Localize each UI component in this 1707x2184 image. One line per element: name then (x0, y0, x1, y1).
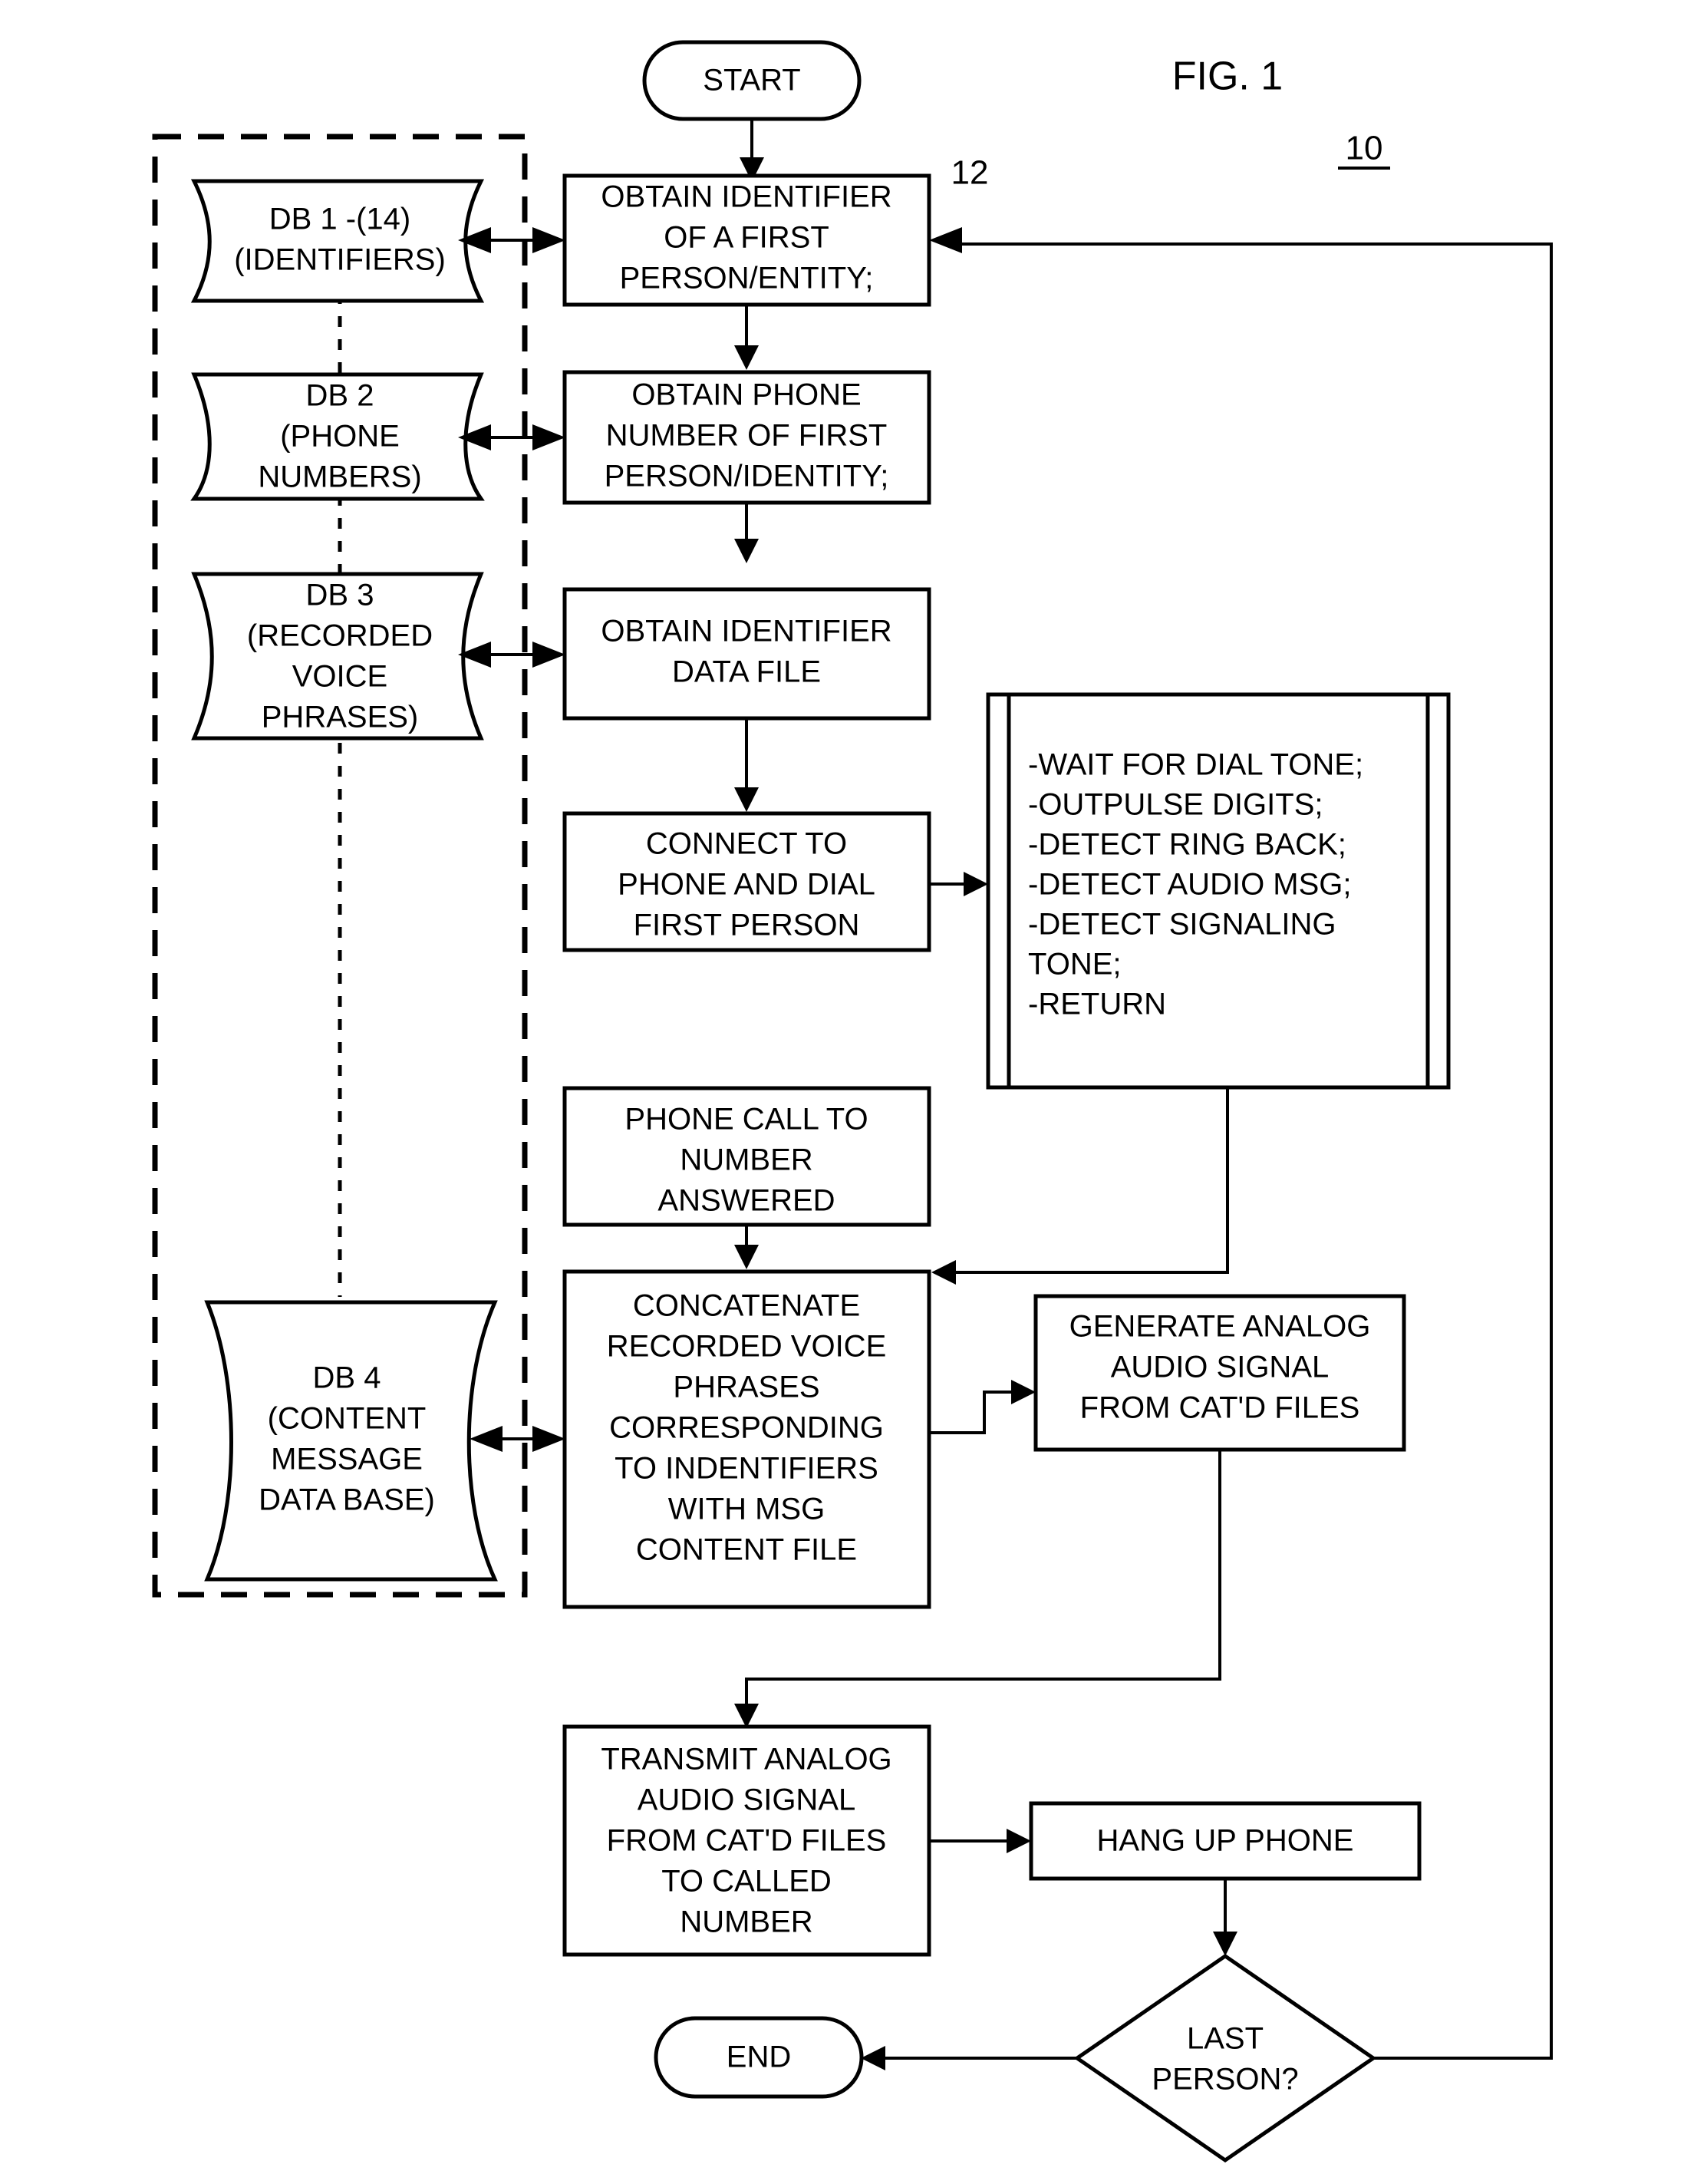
arrowhead-subroutine-to-phone-answered (931, 1260, 956, 1285)
step2-line-2: PERSON/IDENTITY; (605, 460, 889, 493)
db2-line-2: NUMBERS) (258, 460, 421, 494)
step4-line-0: CONNECT TO (646, 827, 847, 861)
step1-line-2: PERSON/ENTITY; (620, 262, 874, 295)
arrowhead-step2-to-step3 (734, 539, 759, 563)
flowchart-canvas: FIG. 1 10 12 START DB 1 -(14) (IDENTIFIE… (152, 40, 1553, 2163)
arrowhead-step6-to-generate-analog (1011, 1380, 1036, 1404)
arrowhead-db2-right (532, 424, 565, 450)
arrowhead-db4-right (532, 1426, 565, 1452)
arrowhead-hangup-to-decision (1213, 1932, 1237, 1956)
subroutine-line-4: -DETECT SIGNALING (1028, 908, 1336, 942)
end-terminal-label: END (727, 2040, 791, 2074)
step3-line-0: OBTAIN IDENTIFIER (601, 615, 891, 648)
db4-line-1: (CONTENT (268, 1402, 427, 1436)
step8-line-1: AUDIO SIGNAL (638, 1783, 856, 1817)
subroutine-line-5: TONE; (1028, 948, 1122, 981)
step1-line-1: OF A FIRST (664, 221, 829, 255)
step2-line-1: NUMBER OF FIRST (606, 419, 888, 453)
step6-line-3: CORRESPONDING (609, 1411, 884, 1445)
arrowhead-step1-to-step2 (734, 345, 759, 370)
database-db1 (190, 179, 485, 303)
db1-line-0: DB 1 -(14) (269, 203, 411, 236)
step4-line-1: PHONE AND DIAL (618, 868, 875, 902)
step6-line-1: RECORDED VOICE (607, 1330, 887, 1364)
arrowhead-db3-right (532, 642, 565, 668)
subroutine-line-2: -DETECT RING BACK; (1028, 828, 1346, 862)
figure-reference-number: 10 (1346, 130, 1383, 167)
arrowhead-db4-left (470, 1426, 503, 1452)
arrowhead-step3-to-step4 (734, 787, 759, 812)
start-terminal-label: START (703, 64, 800, 97)
db3-line-2: VOICE (292, 660, 387, 694)
step5-line-0: PHONE CALL TO (624, 1103, 868, 1137)
step7-line-1: AUDIO SIGNAL (1111, 1351, 1330, 1384)
db2-line-1: (PHONE (280, 420, 400, 454)
decision-line-1: PERSON? (1152, 2063, 1298, 2097)
step1-line-0: OBTAIN IDENTIFIER (601, 180, 891, 214)
step2-line-0: OBTAIN PHONE (631, 378, 861, 412)
step7-line-0: GENERATE ANALOG (1069, 1310, 1371, 1344)
subroutine-line-6: -RETURN (1028, 988, 1166, 1021)
step8-line-0: TRANSMIT ANALOG (601, 1743, 891, 1777)
subroutine-line-0: -WAIT FOR DIAL TONE; (1028, 748, 1363, 782)
db2-line-0: DB 2 (306, 379, 374, 413)
step5-line-1: NUMBER (680, 1143, 812, 1177)
feedback-loop-to-step1 (962, 242, 1553, 2060)
step4-line-2: FIRST PERSON (634, 909, 860, 942)
db4-line-0: DB 4 (313, 1361, 381, 1395)
step6-line-5: WITH MSG (668, 1493, 825, 1526)
db3-line-0: DB 3 (306, 579, 374, 612)
decision-line-0: LAST (1187, 2022, 1264, 2056)
step6-line-4: TO INDENTIFIERS (615, 1452, 878, 1486)
callout-12: 12 (951, 154, 989, 192)
arrowhead-generate-to-transmit (734, 1704, 759, 1728)
step6-line-2: PHRASES (673, 1371, 819, 1404)
patent-figure-page: FIG. 1 10 12 START DB 1 -(14) (IDENTIFIE… (0, 0, 1707, 2184)
db4-line-3: DATA BASE) (259, 1483, 435, 1517)
database-db4 (204, 1300, 498, 1582)
step8-line-4: NUMBER (680, 1905, 812, 1939)
step7-line-2: FROM CAT'D FILES (1080, 1391, 1360, 1425)
arrowhead-db1-right (532, 227, 565, 253)
arrow-step6-to-generate-analog (929, 1391, 1019, 1434)
step8-line-3: TO CALLED (661, 1865, 832, 1899)
subroutine-line-1: -OUTPULSE DIGITS; (1028, 788, 1323, 822)
arrowhead-feedback-into-step1 (929, 227, 962, 253)
step3-line-1: DATA FILE (672, 655, 821, 689)
arrowhead-step5-to-step6 (734, 1245, 759, 1269)
step-obtain-identifier-data-file (562, 587, 931, 721)
arrowhead-decision-to-end (861, 2046, 885, 2070)
figure-title: FIG. 1 (1172, 54, 1283, 99)
arrowhead-transmit-to-hangup (1007, 1829, 1031, 1853)
arrowhead-step4-to-subroutine (964, 872, 988, 896)
db4-line-2: MESSAGE (271, 1443, 423, 1476)
step6-line-0: CONCATENATE (633, 1289, 860, 1323)
db3-line-3: PHRASES) (262, 701, 419, 734)
step9-line-0: HANG UP PHONE (1097, 1824, 1354, 1858)
db3-line-1: (RECORDED (247, 619, 433, 653)
db1-line-1: (IDENTIFIERS) (234, 243, 446, 277)
step8-line-2: FROM CAT'D FILES (607, 1824, 887, 1858)
step5-line-2: ANSWERED (657, 1184, 835, 1218)
decision-last-person (1073, 1953, 1377, 2163)
subroutine-line-3: -DETECT AUDIO MSG; (1028, 868, 1352, 902)
arrow-subroutine-to-phone-answered (948, 1087, 1229, 1274)
step6-line-6: CONTENT FILE (636, 1533, 857, 1567)
